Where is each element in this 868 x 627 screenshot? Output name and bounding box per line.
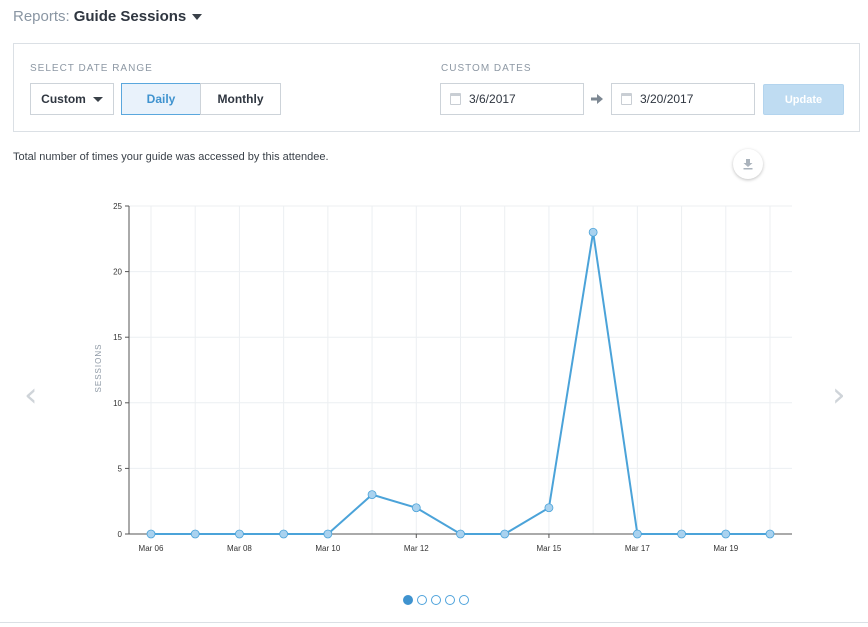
calendar-icon [450,93,461,105]
x-tick-label: Mar 10 [315,544,340,553]
monthly-button[interactable]: Monthly [200,83,281,115]
download-button[interactable] [733,149,763,179]
data-point [500,529,510,539]
pager [403,595,469,605]
data-point [323,529,333,539]
x-tick-label: Mar 08 [227,544,252,553]
range-select-dropdown[interactable]: Custom [30,83,114,115]
custom-dates-label: CUSTOM DATES [441,63,532,74]
x-tick-label: Mar 19 [713,544,738,553]
update-button[interactable]: Update [763,84,844,115]
y-tick-label: 0 [118,530,123,539]
chart-description: Total number of times your guide was acc… [13,151,329,163]
y-tick-label: 5 [118,464,123,473]
data-point [765,529,775,539]
end-date-value: 3/20/2017 [640,92,694,106]
data-point [411,503,421,513]
data-point [367,490,377,500]
page-title[interactable]: Guide Sessions [74,8,187,25]
pager-dot[interactable] [417,595,427,605]
pager-dot[interactable] [459,595,469,605]
y-axis-label: SESSIONS [94,344,103,393]
chevron-down-icon [92,96,103,102]
data-point [588,227,598,237]
download-icon [743,159,753,170]
pager-dot[interactable] [431,595,441,605]
end-date-input[interactable]: 3/20/2017 [611,83,755,115]
x-tick-label: Mar 06 [139,544,164,553]
pager-dot[interactable] [403,595,413,605]
y-tick-label: 15 [113,333,122,342]
breadcrumb[interactable]: Reports: [13,8,70,25]
start-date-input[interactable]: 3/6/2017 [440,83,584,115]
y-tick-label: 20 [113,268,122,277]
x-tick-label: Mar 12 [404,544,429,553]
data-point [721,529,731,539]
y-axis: 0 5 10 15 20 25 [113,202,130,539]
start-date-value: 3/6/2017 [469,92,516,106]
chevron-down-icon[interactable] [192,14,203,20]
y-tick-label: 10 [113,399,122,408]
data-point [190,529,200,539]
data-point [235,529,244,539]
data-point [146,529,156,539]
y-tick-label: 25 [113,202,122,211]
x-tick-label: Mar 17 [625,544,650,553]
pager-dot[interactable] [445,595,455,605]
data-point [632,529,642,539]
sessions-chart: 0 5 10 15 20 25 Mar 06 Mar 08 Mar 10 Mar 12 Mar 1… [94,202,792,553]
arrow-right-icon [591,94,603,104]
date-range-label: SELECT DATE RANGE [30,63,153,74]
x-tick-label: Mar 15 [536,544,561,553]
data-point [544,503,554,513]
data-point [677,529,686,539]
data-point [456,529,465,539]
filter-panel: SELECT DATE RANGE Custom Daily Monthly C… [13,43,860,132]
data-point [279,529,289,539]
chart-grid [129,205,792,535]
calendar-icon [621,93,632,105]
divider [0,622,868,623]
range-select-value: Custom [41,92,86,106]
page-header: Reports: Guide Sessions [13,6,203,26]
daily-button[interactable]: Daily [121,83,201,115]
